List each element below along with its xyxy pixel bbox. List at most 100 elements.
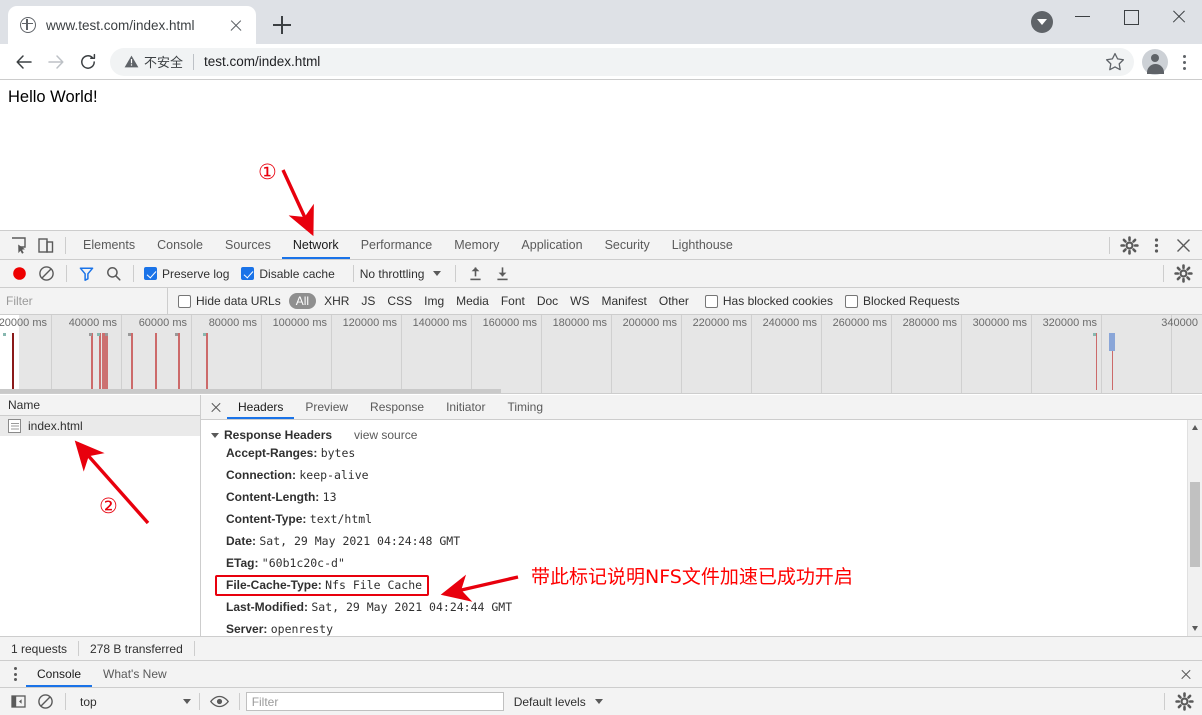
preserve-log-label[interactable]: Preserve log: [162, 267, 229, 281]
devtools-close-icon[interactable]: [1170, 232, 1197, 259]
overview-tick-label: 300000 ms: [972, 317, 1027, 329]
disable-cache-label[interactable]: Disable cache: [259, 267, 334, 281]
network-settings-gear-icon[interactable]: [1170, 260, 1197, 287]
import-har-icon[interactable]: [462, 260, 489, 287]
overview-request-bar: [12, 333, 14, 390]
search-icon[interactable]: [100, 260, 127, 287]
funnel-icon[interactable]: [73, 260, 100, 287]
overview-scrollbar[interactable]: [0, 389, 501, 393]
scroll-up-arrow-icon[interactable]: [1188, 420, 1202, 435]
devtools-tab-application[interactable]: Application: [510, 231, 593, 259]
devtools-panel: Elements Console Sources Network Perform…: [0, 230, 1202, 660]
response-headers-section[interactable]: Response Headers view source: [201, 428, 1202, 442]
view-source-link[interactable]: view source: [354, 428, 417, 442]
detail-tab-initiator[interactable]: Initiator: [435, 395, 496, 419]
header-value: Nfs File Cache: [325, 578, 423, 592]
type-filter-media[interactable]: Media: [450, 294, 495, 308]
network-timeline-overview[interactable]: 20000 ms 40000 ms 60000 ms 80000 ms 1000…: [0, 315, 1202, 394]
type-filter-all[interactable]: All: [288, 293, 317, 309]
console-clear-icon[interactable]: [32, 688, 59, 715]
has-blocked-cookies-label[interactable]: Has blocked cookies: [723, 294, 833, 308]
reload-icon[interactable]: [72, 46, 104, 78]
detail-tab-preview[interactable]: Preview: [294, 395, 359, 419]
type-filter-xhr[interactable]: XHR: [318, 294, 355, 308]
chevron-down-icon[interactable]: [211, 432, 219, 438]
detail-scrollbar[interactable]: [1187, 420, 1202, 636]
scrollbar-thumb[interactable]: [1190, 482, 1200, 567]
window-minimize-button[interactable]: [1060, 0, 1106, 32]
type-filter-other[interactable]: Other: [653, 294, 695, 308]
overview-request-bar: [91, 333, 93, 390]
address-bar[interactable]: 不安全 test.com/index.html: [110, 47, 1134, 76]
hide-data-urls-label[interactable]: Hide data URLs: [196, 294, 281, 308]
console-levels-select[interactable]: Default levels: [514, 695, 586, 709]
devtools-tab-performance[interactable]: Performance: [350, 231, 444, 259]
detail-tab-headers[interactable]: Headers: [227, 395, 294, 419]
devtools-tab-lighthouse[interactable]: Lighthouse: [661, 231, 744, 259]
chevron-down-icon[interactable]: [182, 699, 191, 704]
new-tab-button[interactable]: [268, 11, 296, 39]
download-indicator-icon[interactable]: [1031, 11, 1053, 33]
overview-tick-label: 220000 ms: [692, 317, 747, 329]
console-toolbar: top Default levels: [0, 688, 1202, 715]
device-toolbar-icon[interactable]: [32, 232, 59, 259]
window-close-button[interactable]: [1156, 0, 1202, 32]
devtools-tab-console[interactable]: Console: [146, 231, 214, 259]
header-row: Date: Sat, 29 May 2021 04:24:48 GMT: [201, 530, 1202, 552]
console-context-select[interactable]: top: [80, 695, 97, 709]
chevron-down-icon[interactable]: [594, 699, 603, 704]
network-filter-input[interactable]: [0, 288, 168, 314]
devtools-tab-sources[interactable]: Sources: [214, 231, 282, 259]
gear-icon[interactable]: [1116, 232, 1143, 259]
chevron-down-icon[interactable]: [433, 271, 442, 276]
record-icon[interactable]: [6, 260, 33, 287]
clear-icon[interactable]: [33, 260, 60, 287]
console-settings-gear-icon[interactable]: [1171, 688, 1198, 715]
header-value: Sat, 29 May 2021 04:24:48 GMT: [259, 534, 461, 548]
devtools-tab-security[interactable]: Security: [594, 231, 661, 259]
type-filter-doc[interactable]: Doc: [531, 294, 564, 308]
devtools-tab-elements[interactable]: Elements: [72, 231, 146, 259]
blocked-requests-checkbox[interactable]: [844, 294, 858, 308]
type-filter-manifest[interactable]: Manifest: [596, 294, 653, 308]
request-list-column-header[interactable]: Name: [0, 395, 200, 416]
type-filter-img[interactable]: Img: [418, 294, 450, 308]
hide-data-urls-checkbox[interactable]: [178, 294, 191, 308]
type-filter-ws[interactable]: WS: [564, 294, 595, 308]
type-filter-css[interactable]: CSS: [381, 294, 418, 308]
detail-tab-timing[interactable]: Timing: [496, 395, 554, 419]
export-har-icon[interactable]: [489, 260, 516, 287]
drawer-tab-whats-new[interactable]: What's New: [92, 661, 178, 687]
close-detail-icon[interactable]: [205, 395, 227, 419]
devtools-tab-memory[interactable]: Memory: [443, 231, 510, 259]
devtools-tab-network[interactable]: Network: [282, 231, 350, 259]
window-maximize-button[interactable]: [1108, 0, 1154, 32]
request-list-row[interactable]: index.html: [0, 416, 200, 436]
inspect-element-icon[interactable]: [5, 232, 32, 259]
network-filter-bar: Hide data URLs All XHR JS CSS Img Media …: [0, 288, 1202, 315]
drawer-close-icon[interactable]: [1174, 661, 1198, 687]
type-filter-font[interactable]: Font: [495, 294, 531, 308]
browser-tab[interactable]: www.test.com/index.html: [8, 6, 256, 44]
has-blocked-cookies-checkbox[interactable]: [704, 294, 718, 308]
scroll-down-arrow-icon[interactable]: [1188, 621, 1202, 636]
eye-icon[interactable]: [206, 688, 233, 715]
forward-arrow-icon[interactable]: [40, 46, 72, 78]
console-filter-input[interactable]: [245, 692, 504, 711]
throttling-select[interactable]: No throttling: [360, 267, 425, 281]
preserve-log-checkbox[interactable]: [144, 267, 157, 280]
blocked-requests-label[interactable]: Blocked Requests: [863, 294, 960, 308]
drawer-more-options-icon[interactable]: [4, 661, 26, 687]
back-arrow-icon[interactable]: [8, 46, 40, 78]
console-sidebar-icon[interactable]: [5, 688, 32, 715]
disable-cache-checkbox[interactable]: [241, 267, 255, 280]
detail-tab-response[interactable]: Response: [359, 395, 435, 419]
more-options-icon[interactable]: [1143, 232, 1170, 259]
tab-title: www.test.com/index.html: [46, 17, 195, 33]
profile-avatar[interactable]: [1142, 48, 1168, 75]
drawer-tab-console[interactable]: Console: [26, 661, 92, 687]
type-filter-js[interactable]: JS: [355, 294, 381, 308]
bookmark-star-icon[interactable]: [1102, 49, 1128, 75]
chrome-menu-icon[interactable]: [1172, 48, 1196, 76]
close-icon[interactable]: [224, 13, 248, 37]
